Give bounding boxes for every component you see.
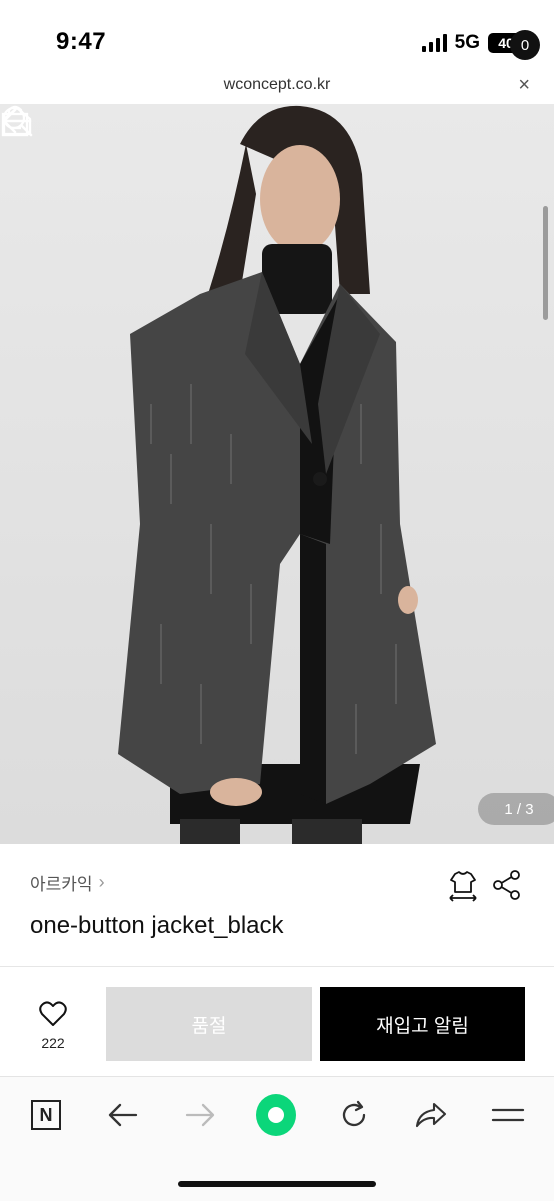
brand-link[interactable]: 아르카익 › bbox=[30, 870, 105, 895]
forward-arrow-icon[interactable] bbox=[184, 1101, 216, 1129]
url-bar[interactable]: wconcept.co.kr × bbox=[0, 70, 554, 104]
scrollbar[interactable] bbox=[543, 206, 548, 320]
home-indicator bbox=[178, 1181, 376, 1187]
url-text[interactable]: wconcept.co.kr bbox=[0, 76, 554, 94]
menu-button[interactable] bbox=[488, 1095, 528, 1135]
chevron-right-icon: › bbox=[98, 872, 105, 892]
back-arrow-icon[interactable] bbox=[107, 1101, 139, 1129]
share-icon[interactable] bbox=[490, 868, 524, 902]
product-image[interactable] bbox=[0, 104, 554, 844]
image-page-indicator: 1 / 3 bbox=[478, 793, 554, 825]
divider bbox=[0, 966, 554, 967]
like-count: 222 bbox=[41, 1035, 65, 1051]
naver-logo-icon[interactable]: N bbox=[31, 1100, 61, 1130]
product-name: one-button jacket_black bbox=[30, 912, 284, 939]
heart-icon[interactable] bbox=[38, 1000, 68, 1028]
share-arrow-icon[interactable] bbox=[414, 1100, 448, 1130]
like-button[interactable]: 222 bbox=[20, 1000, 86, 1051]
signal-icon bbox=[421, 34, 447, 52]
brand-name[interactable]: 아르카익 bbox=[30, 870, 93, 895]
back-button[interactable] bbox=[103, 1095, 143, 1135]
restock-alert-button[interactable]: 재입고 알림 bbox=[320, 987, 525, 1061]
model-photo bbox=[118, 105, 436, 844]
status-bar: 9:47 5G 40 bbox=[0, 0, 554, 70]
share-button[interactable] bbox=[411, 1095, 451, 1135]
status-indicators: 5G 40 bbox=[421, 32, 528, 54]
forward-button[interactable] bbox=[180, 1095, 220, 1135]
status-time: 9:47 bbox=[56, 28, 107, 55]
green-dot-icon[interactable] bbox=[256, 1094, 296, 1136]
naver-home-button[interactable]: N bbox=[26, 1095, 66, 1135]
menu-icon[interactable] bbox=[491, 1104, 525, 1126]
cart-count-badge: 0 bbox=[510, 30, 540, 60]
size-guide-icon[interactable] bbox=[446, 868, 480, 902]
shopping-bag-icon[interactable] bbox=[0, 104, 30, 138]
green-dot-button[interactable] bbox=[256, 1094, 296, 1136]
refresh-icon[interactable] bbox=[338, 1099, 370, 1131]
soldout-button[interactable]: 품절 bbox=[106, 987, 312, 1061]
close-icon[interactable]: × bbox=[518, 74, 530, 97]
network-type: 5G bbox=[454, 32, 480, 53]
refresh-button[interactable] bbox=[334, 1095, 374, 1135]
